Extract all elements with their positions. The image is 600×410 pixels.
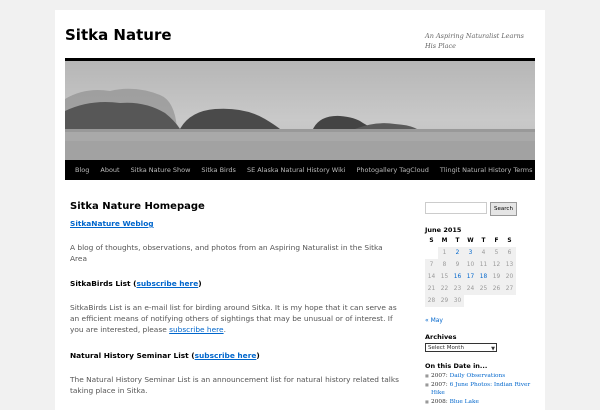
birds-description: SitkaBirds List is an e-mail list for bi… — [70, 303, 397, 334]
calendar-day[interactable]: 16 — [451, 271, 464, 283]
calendar-day-header: T — [481, 238, 486, 244]
nav-item-about[interactable]: About — [100, 166, 119, 174]
otd-year: 2008: — [431, 398, 448, 405]
archive-select-value: Select Month — [428, 345, 464, 351]
list-item: 2007: 6 June Photos: Indian River Hike — [425, 381, 535, 398]
calendar-day: 21 — [425, 283, 438, 295]
calendar-day: 8 — [438, 259, 451, 271]
calendar-day[interactable]: 17 — [464, 271, 477, 283]
calendar-week: 21 22 23 24 25 26 27 — [425, 283, 516, 295]
calendar-day: 19 — [490, 271, 503, 283]
search-button[interactable]: Search — [490, 202, 517, 216]
calendar-day: 26 — [490, 283, 503, 295]
calendar-day-header: M — [441, 238, 448, 244]
list-item: 2008: Blue Lake — [425, 398, 535, 407]
calendar-day: 15 — [438, 271, 451, 283]
archives-title: Archives — [425, 333, 457, 341]
calendar-day-header: W — [467, 238, 474, 244]
calendar-day-header: F — [494, 238, 499, 244]
calendar-day: 20 — [503, 271, 516, 283]
calendar-week: 7 8 9 10 11 12 13 — [425, 259, 516, 271]
archive-select[interactable]: Select Month ▼ — [425, 343, 497, 352]
list-item: 2007: Daily Observations — [425, 372, 535, 381]
calendar-day: 4 — [477, 247, 490, 259]
seminar-subscribe-link[interactable]: subscribe here — [195, 351, 257, 360]
calendar-day — [503, 295, 516, 307]
calendar-day: 7 — [425, 259, 438, 271]
seminar-heading-line: Natural History Seminar List (subscribe … — [70, 351, 260, 360]
weblog-link[interactable]: SitkaNature Weblog — [70, 219, 154, 228]
nav-item-sitka-nature-show[interactable]: Sitka Nature Show — [131, 166, 191, 174]
calendar-week: 28 29 30 — [425, 295, 516, 307]
calendar-day: 29 — [438, 295, 451, 307]
calendar-day: 25 — [477, 283, 490, 295]
otd-year: 2007: — [431, 381, 448, 388]
calendar-day: 24 — [464, 283, 477, 295]
birds-description-block: SitkaBirds List is an e-mail list for bi… — [70, 303, 397, 334]
nav-item-sitka-birds[interactable]: Sitka Birds — [201, 166, 236, 174]
birds-subscribe-link[interactable]: subscribe here — [137, 279, 199, 288]
calendar-day: 5 — [490, 247, 503, 259]
otd-link[interactable]: Daily Observations — [450, 373, 506, 379]
birds-heading: SitkaBirds List — [70, 279, 131, 288]
nav-item-blog[interactable]: Blog — [75, 166, 89, 174]
calendar-day: 10 — [464, 259, 477, 271]
calendar-day: 23 — [451, 283, 464, 295]
calendar-day: 14 — [425, 271, 438, 283]
calendar-day: 13 — [503, 259, 516, 271]
calendar-day-header: T — [455, 238, 460, 244]
seminar-heading: Natural History Seminar List — [70, 351, 189, 360]
calendar-day: 12 — [490, 259, 503, 271]
on-this-date-list: 2007: Daily Observations 2007: 6 June Ph… — [425, 372, 535, 406]
nav-item-photogallery[interactable]: Photogallery TagCloud — [356, 166, 428, 174]
header-image — [65, 61, 535, 160]
calendar-day: 30 — [451, 295, 464, 307]
seminar-description: The Natural History Seminar List is an a… — [70, 375, 399, 395]
calendar-day[interactable]: 2 — [451, 247, 464, 259]
calendar-day: 6 — [503, 247, 516, 259]
site-title[interactable]: Sitka Nature — [65, 26, 172, 44]
birds-heading-line: SitkaBirds List (subscribe here) — [70, 279, 202, 288]
on-this-date-title: On this Date in... — [425, 362, 488, 370]
calendar-week: 14 15 16 17 18 19 20 — [425, 271, 516, 283]
calendar-day: 1 — [438, 247, 451, 259]
birds-desc-subscribe-link[interactable]: subscribe here — [169, 325, 223, 334]
weblog-description: A blog of thoughts, observations, and ph… — [70, 243, 383, 263]
calendar-day-header: S — [507, 238, 512, 244]
main-nav: Blog About Sitka Nature Show Sitka Birds… — [65, 160, 535, 180]
calendar-day — [477, 295, 490, 307]
calendar-day: 27 — [503, 283, 516, 295]
page: Sitka Nature An Aspiring Naturalist Lear… — [55, 10, 545, 410]
otd-link[interactable]: Blue Lake — [450, 399, 479, 405]
calendar-caption: June 2015 — [425, 226, 462, 234]
calendar: SMTWTFS 1 2 3 4 5 6 7 8 9 10 11 12 13 14 15 16 17 18 19 20 2… — [425, 235, 516, 307]
search-input[interactable] — [425, 202, 487, 214]
page-title: Sitka Nature Homepage — [70, 201, 205, 212]
nav-item-tlingit-terms[interactable]: Tlingit Natural History Terms — [440, 166, 533, 174]
calendar-prev-link[interactable]: « May — [425, 317, 443, 324]
calendar-day: 9 — [451, 259, 464, 271]
calendar-day-header: S — [429, 238, 434, 244]
calendar-day — [425, 247, 438, 259]
calendar-day: 22 — [438, 283, 451, 295]
calendar-day: 11 — [477, 259, 490, 271]
calendar-day — [490, 295, 503, 307]
otd-year: 2007: — [431, 373, 448, 379]
calendar-day[interactable]: 18 — [477, 271, 490, 283]
calendar-day: 28 — [425, 295, 438, 307]
nav-item-se-alaska-wiki[interactable]: SE Alaska Natural History Wiki — [247, 166, 346, 174]
calendar-day — [464, 295, 477, 307]
calendar-day[interactable]: 3 — [464, 247, 477, 259]
calendar-week: 123456 — [425, 247, 516, 259]
site-description: An Aspiring Naturalist Learns His Place — [425, 32, 524, 50]
chevron-down-icon: ▼ — [491, 346, 495, 352]
